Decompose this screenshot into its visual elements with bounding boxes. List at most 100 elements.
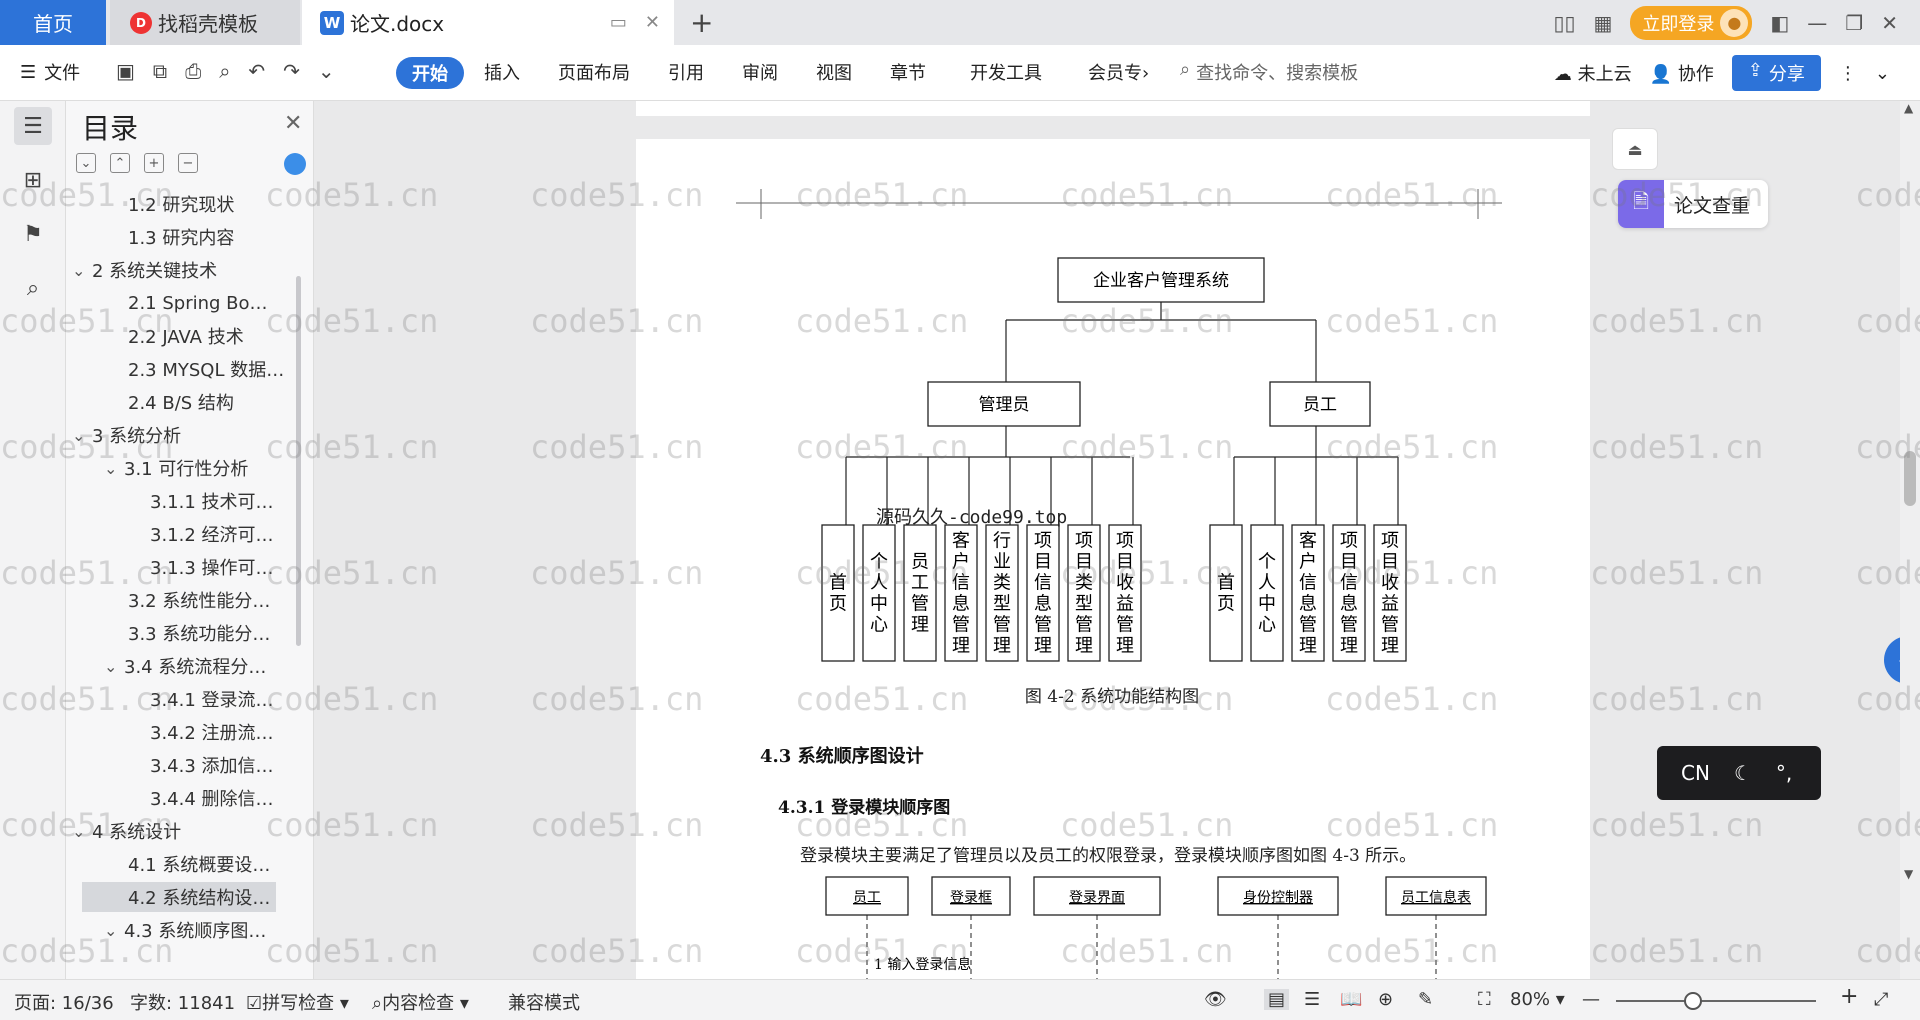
file-menu[interactable]: ☰ 文件 xyxy=(20,59,80,85)
toc-item[interactable]: ⌄ 4 系统设计 xyxy=(66,816,302,846)
quick-more-icon[interactable]: ⌄ xyxy=(318,59,335,83)
toc-item[interactable]: ⌄ 3 系统分析 xyxy=(66,420,302,450)
fullscreen-icon[interactable]: ⤢ xyxy=(1874,989,1888,1010)
document-page[interactable]: 企业客户管理系统 管理员 员工 首页 个人中心 员工管理 客户信息管理 行业类型管理 项目信息管… xyxy=(636,139,1590,979)
tab-templates[interactable]: D 找稻壳模板 xyxy=(110,0,300,45)
chevron-down-icon[interactable]: ⌄ xyxy=(104,921,124,940)
toc-item[interactable]: 3.4.1 登录流… xyxy=(66,684,302,714)
add-heading-icon[interactable]: + xyxy=(144,153,164,173)
new-tab-button[interactable]: + xyxy=(690,6,713,39)
toc-item[interactable]: 1.3 研究内容 xyxy=(66,222,302,252)
find-icon[interactable]: ⌕ xyxy=(14,269,52,307)
page-indicator[interactable]: 页面: 16/36 xyxy=(14,989,114,1015)
more-icon[interactable]: ⋮ xyxy=(1839,63,1857,84)
toc-item[interactable]: 4.2 系统结构设… xyxy=(82,882,276,912)
chevron-down-icon[interactable]: ⌄ xyxy=(104,657,124,676)
skin-icon[interactable]: ◧ xyxy=(1770,11,1789,35)
ai-assist-icon[interactable] xyxy=(284,153,306,175)
tab-insert[interactable]: 插入 xyxy=(484,59,520,85)
page-view-icon[interactable]: ▤ xyxy=(1264,989,1290,1010)
outline-view-icon[interactable]: ☰ xyxy=(1304,989,1320,1010)
outline-icon[interactable]: ⊞ xyxy=(14,161,52,199)
expand-all-icon[interactable]: ⌄ xyxy=(76,153,96,173)
tab-page-layout[interactable]: 页面布局 xyxy=(558,59,630,85)
ime-toolbar[interactable]: CN ☾ °, xyxy=(1657,746,1821,800)
chevron-down-icon[interactable]: ⌄ xyxy=(72,822,92,841)
zoom-slider-handle[interactable] xyxy=(1684,992,1702,1010)
collapse-all-icon[interactable]: ⌃ xyxy=(110,153,130,173)
screen-icon[interactable]: ▭ xyxy=(610,12,627,33)
export-icon[interactable]: ⧉ xyxy=(153,59,167,83)
toc-item[interactable]: 3.4.2 注册流… xyxy=(66,717,302,747)
read-view-icon[interactable]: 📖 xyxy=(1340,989,1362,1010)
write-view-icon[interactable]: ✎ xyxy=(1418,989,1433,1010)
toc-item[interactable]: 2.1 Spring Bo… xyxy=(66,288,302,318)
toc-item[interactable]: 2.2 JAVA 技术 xyxy=(66,321,302,351)
toc-scrollbar[interactable] xyxy=(296,276,301,646)
toc-item[interactable]: ⌄ 2 系统关键技术 xyxy=(66,255,302,285)
panel-collapse-button[interactable]: ⏏ xyxy=(1612,128,1658,170)
tab-start[interactable]: 开始 xyxy=(396,57,464,89)
toc-item[interactable]: 1.2 研究现状 xyxy=(66,189,302,219)
web-view-icon[interactable]: ⊕ xyxy=(1378,989,1393,1010)
chevron-down-icon[interactable]: ⌄ xyxy=(72,426,92,445)
word-count[interactable]: 字数: 11841 xyxy=(130,989,235,1015)
toc-item[interactable]: 3.4.3 添加信… xyxy=(66,750,302,780)
toc-item[interactable]: ⌄ 3.4 系统流程分… xyxy=(66,651,302,681)
chevron-down-icon[interactable]: ⌄ xyxy=(104,459,124,478)
chevron-down-icon[interactable]: ⌄ xyxy=(72,261,92,280)
share-button[interactable]: ⇪ 分享 xyxy=(1731,55,1821,91)
tab-developer[interactable]: 开发工具 xyxy=(970,59,1042,85)
print-icon[interactable]: ⎙ xyxy=(185,59,201,83)
bookmark-icon[interactable]: ⚑ xyxy=(14,215,52,253)
grid-apps-icon[interactable]: ▦ xyxy=(1593,11,1612,35)
fit-page-icon[interactable]: ⛶ xyxy=(1478,989,1491,1010)
toc-item[interactable]: ⌄ 4.3 系统顺序图… xyxy=(66,915,302,945)
collapse-ribbon-icon[interactable]: ⌄ xyxy=(1875,63,1890,84)
restore-icon[interactable]: ❐ xyxy=(1845,11,1863,35)
toc-item[interactable]: 2.4 B/S 结构 xyxy=(66,387,302,417)
tab-member[interactable]: 会员专› xyxy=(1088,59,1149,85)
tab-home[interactable]: 首页 xyxy=(0,0,106,45)
reading-mode-icon[interactable]: ▯▯ xyxy=(1553,11,1575,35)
tab-references[interactable]: 引用 xyxy=(668,59,704,85)
scroll-thumb[interactable] xyxy=(1904,451,1916,506)
zoom-out-icon[interactable]: — xyxy=(1582,989,1600,1010)
toc-item[interactable]: 3.1.2 经济可… xyxy=(66,519,302,549)
minimize-icon[interactable]: — xyxy=(1807,11,1827,35)
undo-icon[interactable]: ↶ xyxy=(248,59,265,83)
tab-document[interactable]: W 论文.docx ▭ ✕ xyxy=(302,0,674,45)
close-icon[interactable]: ✕ xyxy=(284,111,302,136)
remove-heading-icon[interactable]: − xyxy=(178,153,198,173)
scroll-up-icon[interactable]: ▲ xyxy=(1904,101,1913,115)
close-tab-icon[interactable]: ✕ xyxy=(645,12,660,33)
tab-review[interactable]: 审阅 xyxy=(742,59,778,85)
close-window-icon[interactable]: ✕ xyxy=(1881,11,1898,35)
zoom-level[interactable]: 80% ▾ xyxy=(1510,989,1565,1010)
toc-item[interactable]: 3.4.4 删除信… xyxy=(66,783,302,813)
eye-protect-icon[interactable]: 👁 xyxy=(1204,989,1227,1010)
toc-item[interactable]: ⌄ 3.1 可行性分析 xyxy=(66,453,302,483)
toc-item[interactable]: 3.1.1 技术可… xyxy=(66,486,302,516)
preview-icon[interactable]: ⌕ xyxy=(219,59,230,83)
paper-check-button[interactable]: 🗎 论文查重 xyxy=(1618,180,1768,228)
tab-chapter[interactable]: 章节 xyxy=(890,59,926,85)
content-check-button[interactable]: ⌕内容检查 ▾ xyxy=(372,989,469,1015)
zoom-slider[interactable] xyxy=(1616,1000,1816,1002)
command-search[interactable]: ⌕ 查找命令、搜索模板 xyxy=(1180,59,1358,85)
collab-button[interactable]: 👤 协作 xyxy=(1650,60,1714,86)
save-icon[interactable]: ▣ xyxy=(116,59,135,83)
toc-item[interactable]: 4.1 系统概要设… xyxy=(66,849,302,879)
vertical-scrollbar[interactable]: ▲ ▼ xyxy=(1900,101,1920,979)
toc-item[interactable]: 3.3 系统功能分… xyxy=(66,618,302,648)
login-button[interactable]: 立即登录 ● xyxy=(1630,5,1753,40)
cloud-status[interactable]: ☁ 未上云 xyxy=(1554,60,1632,86)
toc-item[interactable]: 2.3 MYSQL 数据… xyxy=(66,354,302,384)
redo-icon[interactable]: ↷ xyxy=(283,59,300,83)
toc-item[interactable]: 3.1.3 操作可… xyxy=(66,552,302,582)
scroll-down-icon[interactable]: ▼ xyxy=(1904,867,1913,881)
toc-item[interactable]: 3.2 系统性能分… xyxy=(66,585,302,615)
tab-view[interactable]: 视图 xyxy=(816,59,852,85)
spell-check-button[interactable]: ☑拼写检查 ▾ xyxy=(246,989,349,1015)
zoom-in-icon[interactable]: + xyxy=(1840,984,1858,1009)
